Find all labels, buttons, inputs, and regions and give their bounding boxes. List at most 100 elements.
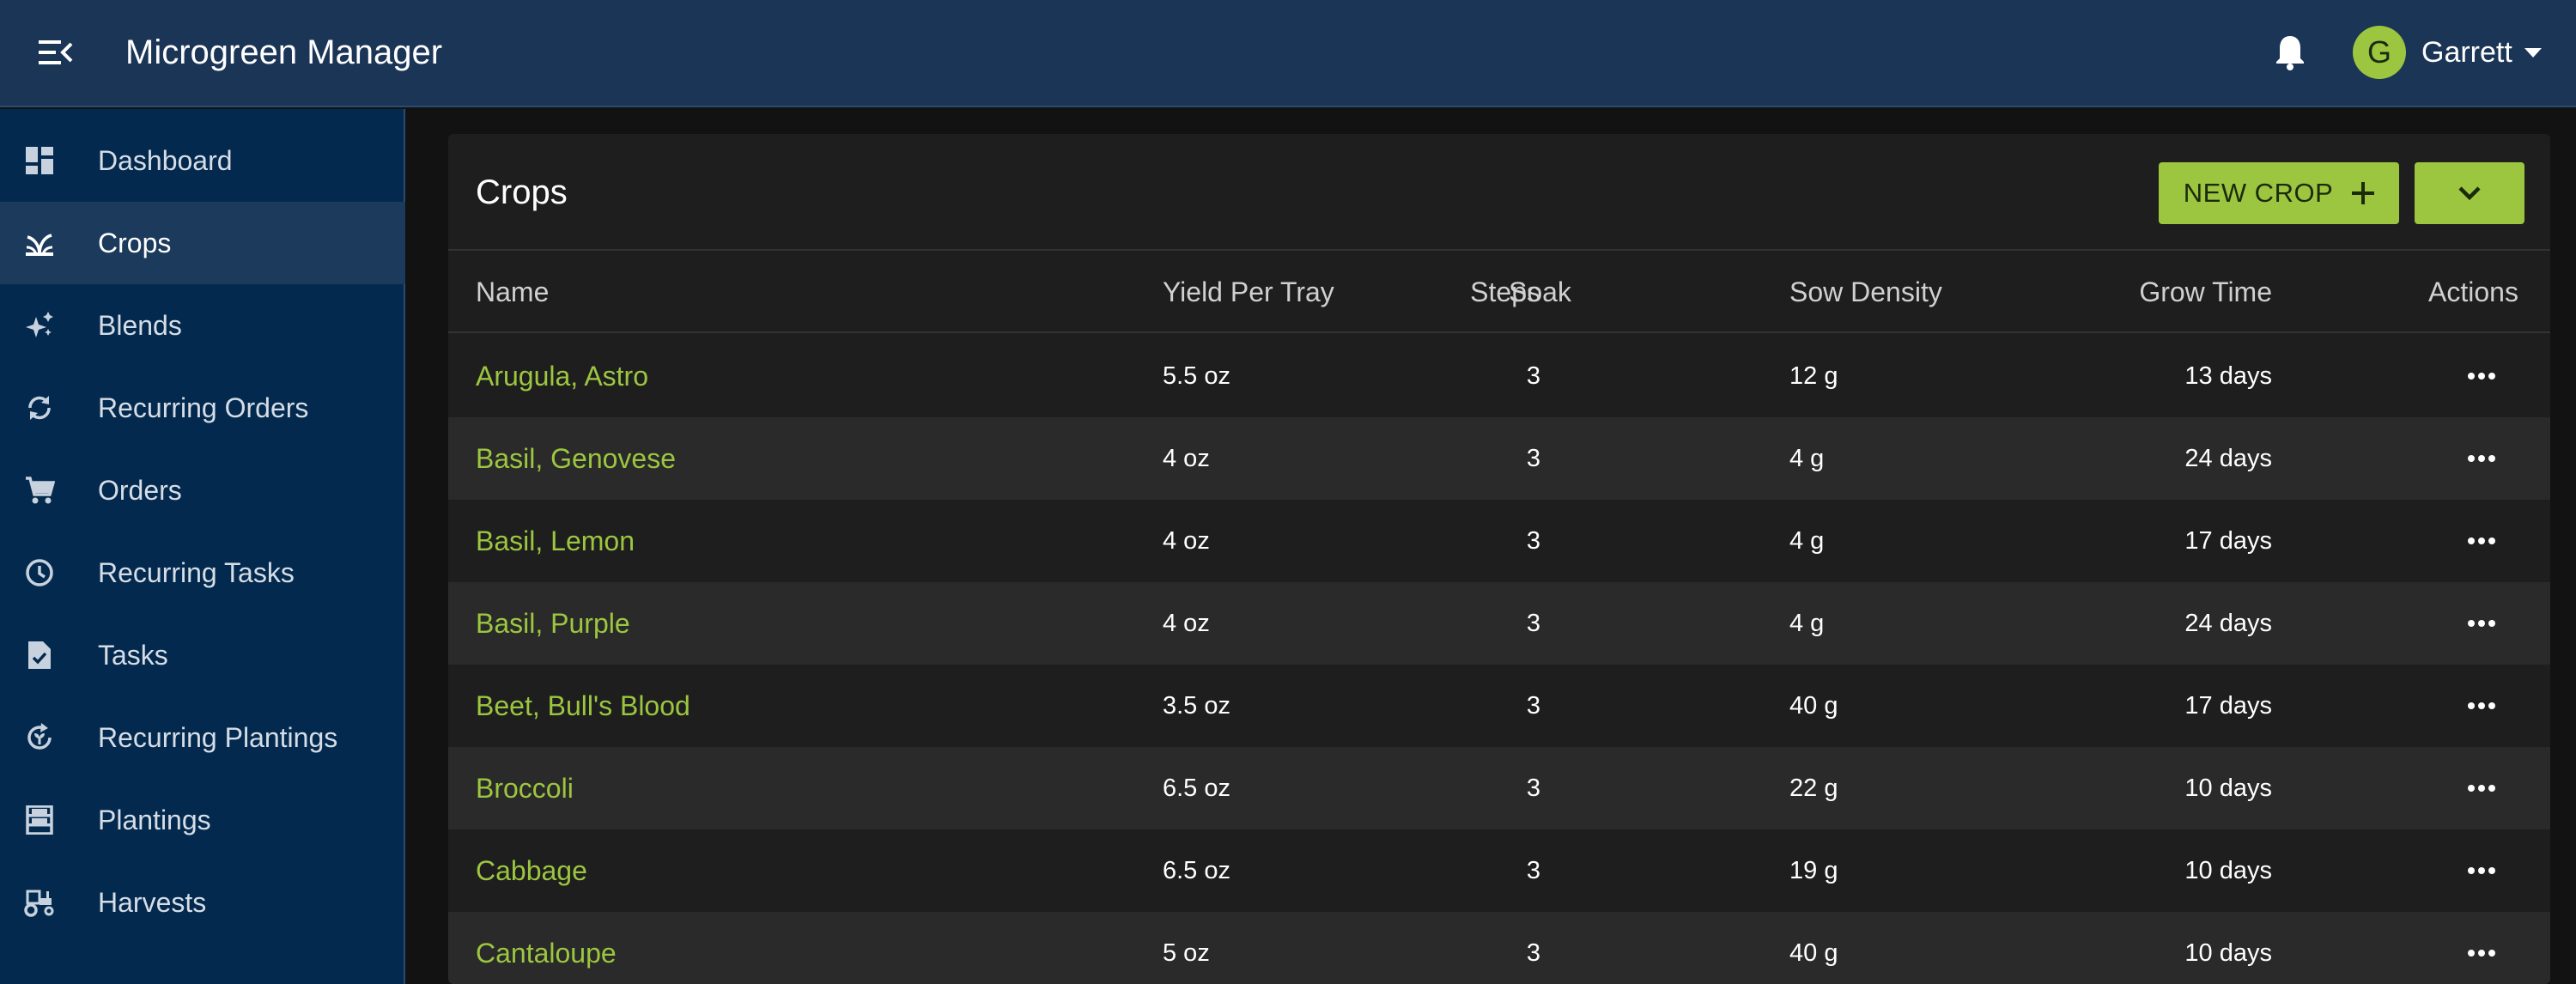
- sow-density-cell: 12 g: [1789, 362, 1838, 390]
- row-actions-button[interactable]: [2456, 433, 2507, 484]
- row-actions-button[interactable]: [2456, 350, 2507, 402]
- yield-cell: 4 oz: [1163, 610, 1210, 637]
- yield-cell: 4 oz: [1163, 445, 1210, 472]
- column-header-soak[interactable]: Soak: [1509, 251, 1571, 333]
- sow-density-cell: 19 g: [1789, 857, 1838, 884]
- cart-icon: [22, 473, 57, 507]
- sidebar-item-harvests[interactable]: Harvests: [0, 861, 405, 944]
- yield-cell: 3.5 oz: [1163, 692, 1230, 720]
- row-actions-button[interactable]: [2456, 927, 2507, 979]
- shelves-icon: [22, 803, 57, 837]
- more-horizontal-icon: [2468, 538, 2495, 544]
- sidebar-item-recurring-orders[interactable]: Recurring Orders: [0, 367, 405, 449]
- yield-cell: 6.5 oz: [1163, 774, 1230, 802]
- crop-name-link[interactable]: Broccoli: [476, 747, 574, 829]
- steps-cell: 3: [1526, 445, 1540, 472]
- plus-icon: [2352, 182, 2375, 204]
- grow-time-cell: 10 days: [2184, 857, 2272, 884]
- crop-name-link[interactable]: Basil, Genovese: [476, 417, 676, 500]
- menu-collapse-button[interactable]: [26, 26, 86, 79]
- yield-cell: 4 oz: [1163, 527, 1210, 555]
- chevron-down-icon: [2458, 186, 2481, 201]
- sidebar-item-label: Blends: [98, 309, 182, 341]
- sidebar-item-label: Recurring Plantings: [98, 721, 338, 753]
- user-menu[interactable]: G Garrett: [2353, 24, 2542, 81]
- sidebar: Dashboard Crops Blends Recurring Orders …: [0, 109, 405, 984]
- crop-name-link[interactable]: Beet, Bull's Blood: [476, 665, 690, 747]
- column-header-grow-time[interactable]: Grow Time: [2080, 251, 2272, 333]
- sidebar-item-label: Orders: [98, 474, 182, 506]
- user-name: Garrett: [2421, 35, 2512, 69]
- app-bar: Microgreen Manager G Garrett: [0, 0, 2576, 107]
- more-horizontal-icon: [2468, 373, 2495, 380]
- steps-cell: 3: [1526, 857, 1540, 884]
- sidebar-item-label: Crops: [98, 227, 172, 258]
- sidebar-item-crops[interactable]: Crops: [0, 202, 405, 284]
- sidebar-item-label: Recurring Orders: [98, 392, 309, 423]
- yield-cell: 5 oz: [1163, 939, 1210, 967]
- sprout-icon: [22, 226, 57, 260]
- clock-icon: [22, 556, 57, 590]
- sparkles-icon: [22, 308, 57, 343]
- sidebar-item-tasks[interactable]: Tasks: [0, 614, 405, 696]
- sidebar-item-recurring-tasks[interactable]: Recurring Tasks: [0, 531, 405, 614]
- grow-time-cell: 13 days: [2184, 362, 2272, 390]
- table-row: Beet, Bull's Blood 3 3.5 oz 40 g 17 days: [448, 665, 2550, 747]
- yield-cell: 5.5 oz: [1163, 362, 1230, 390]
- sow-density-cell: 4 g: [1789, 445, 1825, 472]
- crop-name-link[interactable]: Arugula, Astro: [476, 335, 648, 417]
- task-icon: [22, 638, 57, 672]
- dashboard-icon: [22, 143, 57, 178]
- new-crop-button[interactable]: NEW CROP: [2159, 162, 2399, 224]
- sidebar-item-blends[interactable]: Blends: [0, 284, 405, 367]
- steps-cell: 3: [1526, 774, 1540, 802]
- crop-name-link[interactable]: Basil, Purple: [476, 582, 630, 665]
- grow-time-cell: 10 days: [2184, 774, 2272, 802]
- sow-density-cell: 4 g: [1789, 527, 1825, 555]
- bell-icon: [2276, 36, 2304, 70]
- avatar: G: [2353, 26, 2406, 79]
- more-horizontal-icon: [2468, 785, 2495, 792]
- crop-name-link[interactable]: Cantaloupe: [476, 912, 617, 984]
- column-header-name[interactable]: Name: [476, 251, 549, 333]
- steps-cell: 3: [1526, 527, 1540, 555]
- sidebar-item-label: Plantings: [98, 804, 211, 835]
- caret-down-icon: [2524, 47, 2542, 58]
- sidebar-item-orders[interactable]: Orders: [0, 449, 405, 531]
- row-actions-button[interactable]: [2456, 680, 2507, 732]
- more-horizontal-icon: [2468, 867, 2495, 874]
- sidebar-item-recurring-plantings[interactable]: Recurring Plantings: [0, 696, 405, 779]
- row-actions-button[interactable]: [2456, 845, 2507, 896]
- table-row: Basil, Genovese 3 4 oz 4 g 24 days: [448, 417, 2550, 500]
- column-header-sow-density[interactable]: Sow Density: [1789, 251, 1942, 333]
- card-header: Crops NEW CROP: [448, 134, 2550, 251]
- steps-cell: 3: [1526, 939, 1540, 967]
- table-row: Cantaloupe 3 5 oz 40 g 10 days: [448, 912, 2550, 984]
- notifications-button[interactable]: [2263, 26, 2317, 79]
- sidebar-item-label: Tasks: [98, 639, 168, 671]
- table-row: Arugula, Astro 3 5.5 oz 12 g 13 days: [448, 335, 2550, 417]
- row-actions-button[interactable]: [2456, 598, 2507, 649]
- crop-name-link[interactable]: Cabbage: [476, 829, 587, 912]
- sow-density-cell: 40 g: [1789, 939, 1838, 967]
- steps-cell: 3: [1526, 610, 1540, 637]
- crop-name-link[interactable]: Basil, Lemon: [476, 500, 635, 582]
- sidebar-item-label: Recurring Tasks: [98, 556, 295, 588]
- steps-cell: 3: [1526, 692, 1540, 720]
- tractor-icon: [22, 885, 57, 920]
- row-actions-button[interactable]: [2456, 762, 2507, 814]
- sidebar-item-dashboard[interactable]: Dashboard: [0, 119, 405, 202]
- grow-time-cell: 24 days: [2184, 610, 2272, 637]
- yield-cell: 6.5 oz: [1163, 857, 1230, 884]
- rotate-plant-icon: [22, 720, 57, 755]
- more-horizontal-icon: [2468, 620, 2495, 627]
- grow-time-cell: 17 days: [2184, 527, 2272, 555]
- page-title: Crops: [476, 173, 568, 211]
- more-horizontal-icon: [2468, 950, 2495, 957]
- row-actions-button[interactable]: [2456, 515, 2507, 567]
- grow-time-cell: 24 days: [2184, 445, 2272, 472]
- more-options-dropdown-button[interactable]: [2415, 162, 2524, 224]
- sidebar-item-plantings[interactable]: Plantings: [0, 779, 405, 861]
- column-header-yield[interactable]: Yield Per Tray: [1163, 251, 1334, 333]
- sow-density-cell: 22 g: [1789, 774, 1838, 802]
